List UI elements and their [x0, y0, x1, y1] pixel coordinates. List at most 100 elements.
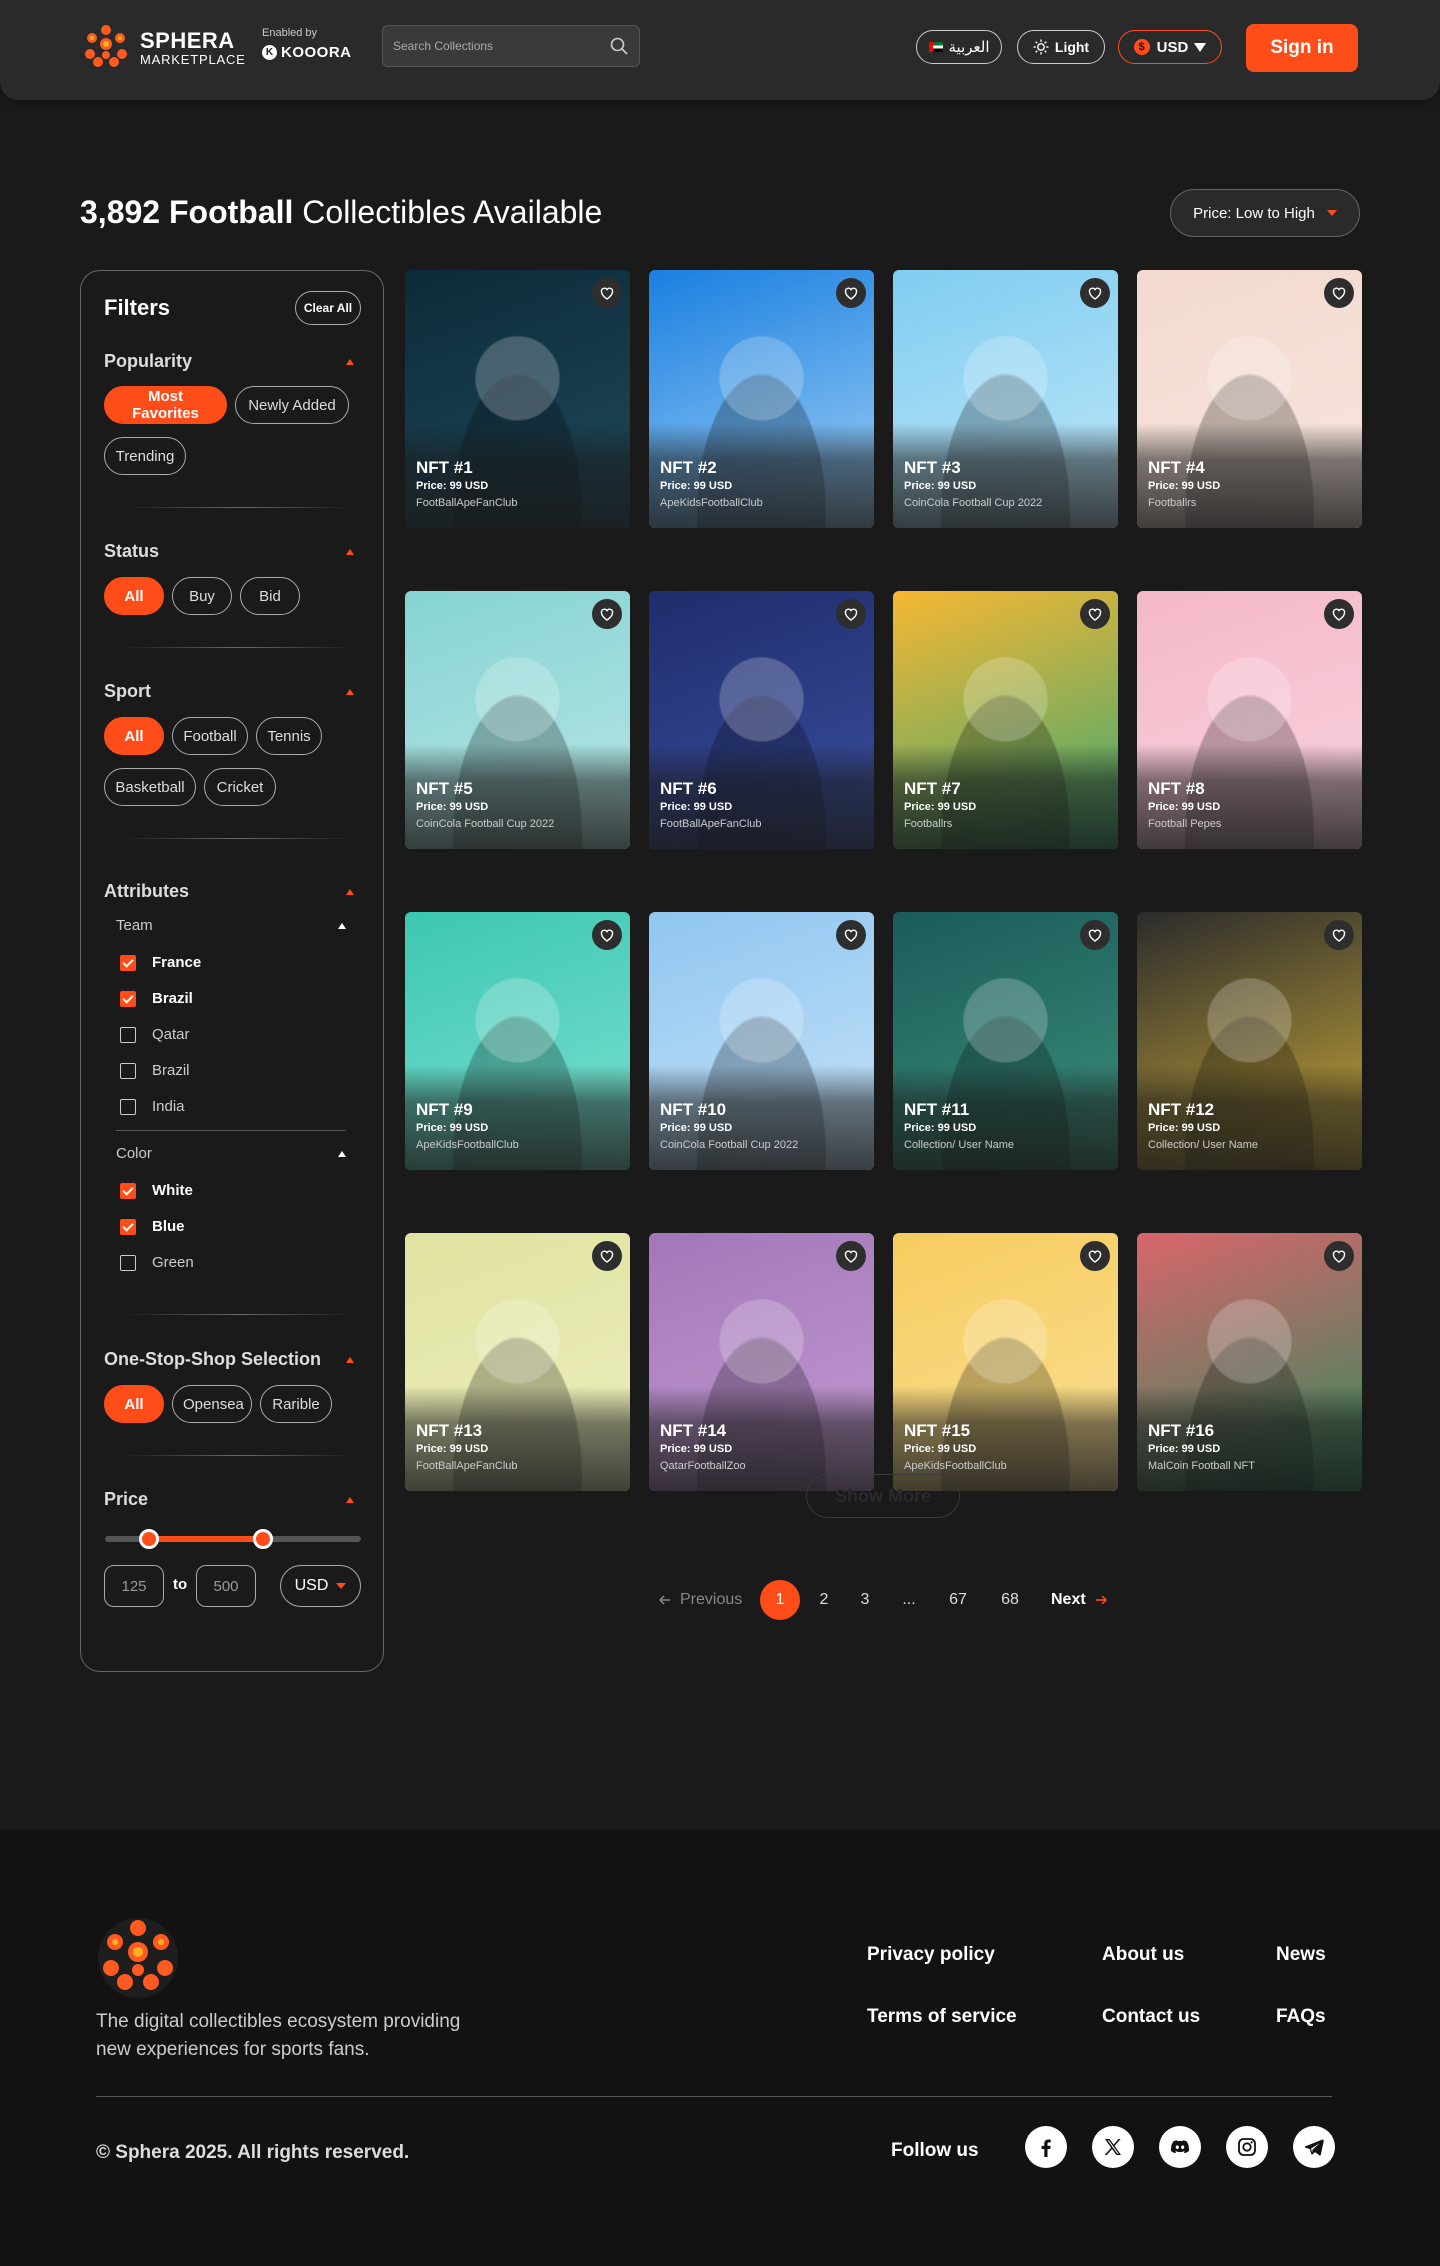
color-option-green[interactable]: Green — [120, 1254, 194, 1271]
link-contact-us[interactable]: Contact us — [1102, 2006, 1200, 2028]
favorite-button[interactable] — [1324, 278, 1354, 308]
theme-toggle[interactable]: Light — [1017, 30, 1105, 64]
favorite-button[interactable] — [1080, 1241, 1110, 1271]
favorite-button[interactable] — [836, 599, 866, 629]
favorite-button[interactable] — [1080, 278, 1110, 308]
color-option-blue[interactable]: Blue — [120, 1218, 185, 1235]
favorite-button[interactable] — [592, 1241, 622, 1271]
chip-status-all[interactable]: All — [104, 577, 164, 615]
chip-newly-added[interactable]: Newly Added — [235, 386, 349, 424]
price-range-slider[interactable] — [105, 1529, 361, 1549]
nft-card[interactable]: NFT #16 Price: 99 USD MalCoin Football NFT — [1137, 1233, 1362, 1491]
clear-all-button[interactable]: Clear All — [295, 291, 361, 325]
team-option-france[interactable]: France — [120, 954, 201, 971]
search-icon[interactable] — [609, 36, 629, 56]
language-toggle[interactable]: العربية — [916, 30, 1002, 64]
nft-card[interactable]: NFT #6 Price: 99 USD FootBallApeFanClub — [649, 591, 874, 849]
page-2[interactable]: 2 — [804, 1580, 844, 1620]
favorite-button[interactable] — [592, 599, 622, 629]
attributes-header[interactable]: Attributes — [104, 881, 354, 902]
sign-in-button[interactable]: Sign in — [1246, 24, 1358, 72]
search-box[interactable] — [382, 25, 640, 67]
sport-header[interactable]: Sport — [104, 681, 354, 702]
page-67[interactable]: 67 — [938, 1580, 978, 1620]
chip-sport-football[interactable]: Football — [172, 717, 248, 755]
slider-max-handle[interactable] — [253, 1529, 273, 1549]
team-option-brazil[interactable]: Brazil — [120, 990, 193, 1007]
status-header[interactable]: Status — [104, 541, 354, 562]
popularity-header[interactable]: Popularity — [104, 351, 354, 372]
chip-status-bid[interactable]: Bid — [240, 577, 300, 615]
checkbox[interactable] — [120, 1026, 136, 1043]
discord-button[interactable] — [1159, 2126, 1201, 2168]
nft-card[interactable]: NFT #10 Price: 99 USD CoinCola Football Cu… — [649, 912, 874, 1170]
chip-market-rarible[interactable]: Rarible — [260, 1385, 332, 1423]
nft-card[interactable]: NFT #5 Price: 99 USD CoinCola Football Cup… — [405, 591, 630, 849]
favorite-button[interactable] — [836, 920, 866, 950]
nft-card[interactable]: NFT #12 Price: 99 USD Collection/ User Nam… — [1137, 912, 1362, 1170]
link-faqs[interactable]: FAQs — [1276, 2006, 1326, 2028]
nft-card[interactable]: NFT #2 Price: 99 USD ApeKidsFootballClub — [649, 270, 874, 528]
favorite-button[interactable] — [836, 278, 866, 308]
nft-card[interactable]: NFT #7 Price: 99 USD Footballrs — [893, 591, 1118, 849]
team-option-india[interactable]: India — [120, 1098, 185, 1115]
show-more-button[interactable]: Show More — [806, 1474, 960, 1518]
nft-card[interactable]: NFT #3 Price: 99 USD CoinCola Football Cup… — [893, 270, 1118, 528]
checkbox[interactable] — [120, 990, 136, 1007]
chip-sport-basketball[interactable]: Basketball — [104, 768, 196, 806]
price-min-input[interactable]: 125 — [104, 1565, 164, 1607]
link-about-us[interactable]: About us — [1102, 1944, 1184, 1966]
x-button[interactable] — [1092, 2126, 1134, 2168]
marketplace-header[interactable]: One-Stop-Shop Selection — [104, 1349, 354, 1370]
sphera-logo[interactable]: SPHERA MARKETPLACE — [80, 22, 246, 74]
nft-card[interactable]: NFT #14 Price: 99 USD QatarFootballZoo — [649, 1233, 874, 1491]
page-1[interactable]: 1 — [760, 1580, 800, 1620]
chip-sport-all[interactable]: All — [104, 717, 164, 755]
favorite-button[interactable] — [1080, 920, 1110, 950]
favorite-button[interactable] — [836, 1241, 866, 1271]
telegram-button[interactable] — [1293, 2126, 1335, 2168]
nft-card[interactable]: NFT #15 Price: 99 USD ApeKidsFootballClub — [893, 1233, 1118, 1491]
sphera-ball-icon[interactable] — [96, 1916, 180, 2000]
kooora-logo[interactable]: K KOOORA — [262, 45, 352, 60]
link-terms-of-service[interactable]: Terms of service — [867, 2006, 1017, 2028]
nft-card[interactable]: NFT #8 Price: 99 USD Football Pepes — [1137, 591, 1362, 849]
nft-card[interactable]: NFT #4 Price: 99 USD Footballrs — [1137, 270, 1362, 528]
checkbox[interactable] — [120, 1098, 136, 1115]
nft-card[interactable]: NFT #9 Price: 99 USD ApeKidsFootballClub — [405, 912, 630, 1170]
chip-most-favorites[interactable]: Most Favorites — [104, 386, 227, 424]
price-max-input[interactable]: 500 — [196, 1565, 256, 1607]
chip-sport-cricket[interactable]: Cricket — [204, 768, 276, 806]
color-option-white[interactable]: White — [120, 1182, 193, 1199]
pagination-next[interactable]: Next — [1051, 1580, 1108, 1620]
slider-min-handle[interactable] — [139, 1529, 159, 1549]
instagram-button[interactable] — [1226, 2126, 1268, 2168]
link-privacy-policy[interactable]: Privacy policy — [867, 1944, 995, 1966]
checkbox[interactable] — [120, 1218, 136, 1235]
chip-market-opensea[interactable]: Opensea — [172, 1385, 252, 1423]
color-header[interactable]: Color — [116, 1145, 346, 1162]
page-68[interactable]: 68 — [990, 1580, 1030, 1620]
sort-dropdown[interactable]: Price: Low to High — [1170, 189, 1360, 237]
checkbox[interactable] — [120, 954, 136, 971]
favorite-button[interactable] — [1080, 599, 1110, 629]
favorite-button[interactable] — [1324, 920, 1354, 950]
pagination-previous[interactable]: Previous — [658, 1580, 742, 1620]
chip-market-all[interactable]: All — [104, 1385, 164, 1423]
chip-sport-tennis[interactable]: Tennis — [256, 717, 322, 755]
checkbox[interactable] — [120, 1182, 136, 1199]
favorite-button[interactable] — [1324, 1241, 1354, 1271]
search-input[interactable] — [393, 39, 609, 53]
link-news[interactable]: News — [1276, 1944, 1326, 1966]
favorite-button[interactable] — [1324, 599, 1354, 629]
favorite-button[interactable] — [592, 278, 622, 308]
nft-card[interactable]: NFT #11 Price: 99 USD Collection/ User Nam… — [893, 912, 1118, 1170]
nft-card[interactable]: NFT #13 Price: 99 USD FootBallApeFanClub — [405, 1233, 630, 1491]
page-3[interactable]: 3 — [845, 1580, 885, 1620]
team-header[interactable]: Team — [116, 917, 346, 934]
checkbox[interactable] — [120, 1062, 136, 1079]
favorite-button[interactable] — [592, 920, 622, 950]
checkbox[interactable] — [120, 1254, 136, 1271]
facebook-button[interactable] — [1025, 2126, 1067, 2168]
chip-trending[interactable]: Trending — [104, 437, 186, 475]
